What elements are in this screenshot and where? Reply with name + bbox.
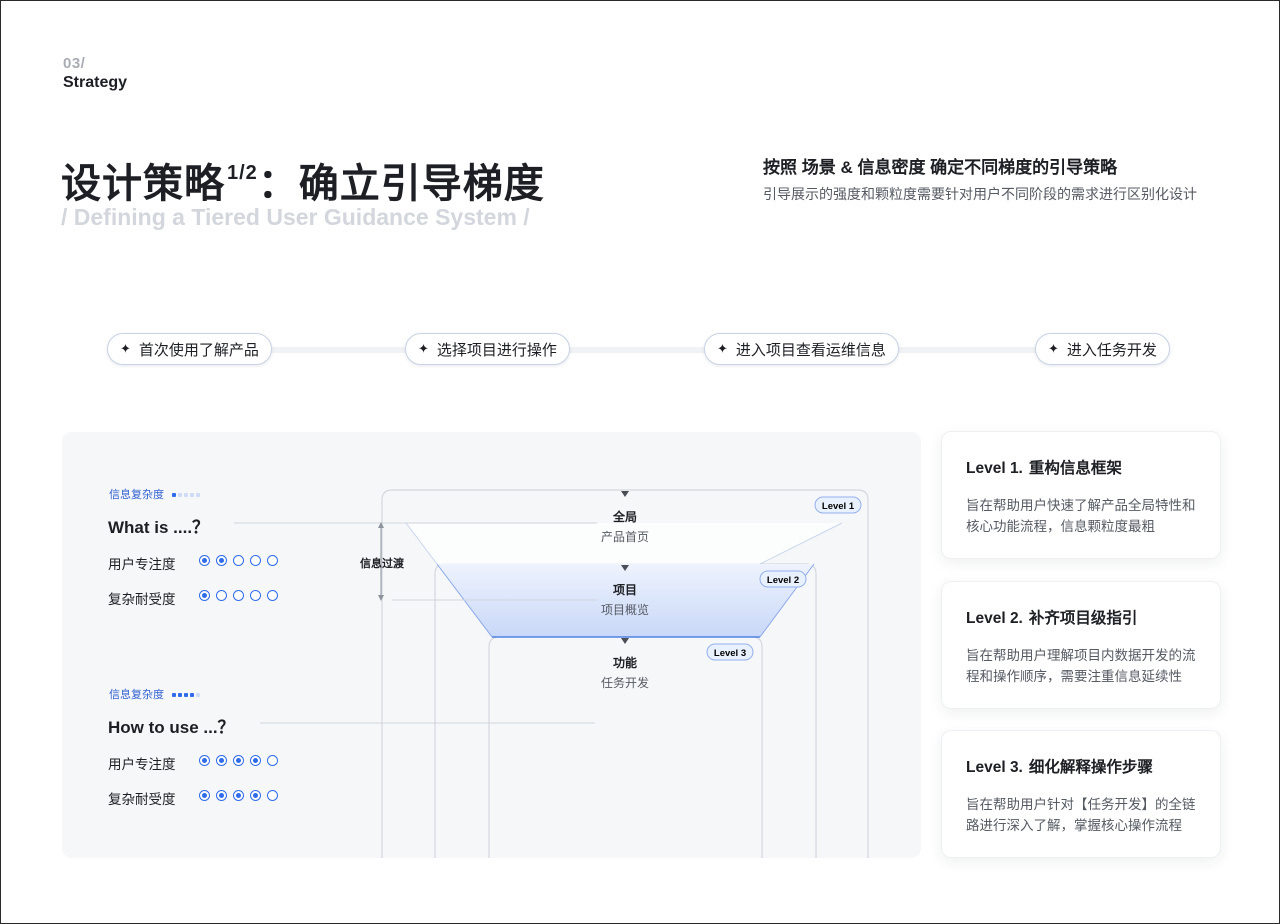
step-pill-1: ✦ 首次使用了解产品 [107, 333, 272, 365]
complexity-bar [172, 693, 200, 698]
strategy-title: 按照 场景 & 信息密度 确定不同梯度的引导策略 [763, 158, 1118, 177]
down-arrow-1 [621, 491, 629, 497]
rating-dots [199, 790, 278, 801]
step-pill-3: ✦ 进入项目查看运维信息 [704, 333, 899, 365]
complexity-segment [172, 693, 176, 698]
rating-dot-filled [199, 590, 210, 601]
step-pill-4: ✦ 进入任务开发 [1035, 333, 1170, 365]
section-number: 03/ [63, 55, 86, 72]
step-label: 进入任务开发 [1066, 341, 1157, 359]
card-description: 旨在帮助用户理解项目内数据开发的流程和操作顺序，需要注重信息延续性 [966, 648, 1196, 684]
complexity-segment [190, 493, 194, 498]
step-pill-2: ✦ 选择项目进行操作 [405, 333, 570, 365]
complexity-segment [178, 493, 182, 498]
metric-label: 用户专注度 [108, 557, 176, 572]
step-label: 选择项目进行操作 [436, 341, 557, 359]
sparkle-icon: ✦ [120, 341, 131, 356]
card-level: Level 1. [966, 460, 1023, 477]
rating-dot-filled [216, 790, 227, 801]
page-title: 设计策略 1/2：确立引导梯度 [61, 151, 545, 209]
complexity-label: 信息复杂度 [109, 689, 164, 701]
rating-dot-filled [250, 790, 261, 801]
question-what-is: What is ....？ [108, 518, 210, 537]
rating-dots [199, 590, 278, 601]
sparkle-icon: ✦ [418, 341, 429, 356]
level-card-1: Level 1. 重构信息框架 旨在帮助用户快速了解产品全局特性和核心功能流程，信… [941, 431, 1221, 559]
step-label: 首次使用了解产品 [138, 341, 259, 359]
card-heading: 细化解释操作步骤 [1028, 759, 1153, 776]
card-title: Level 2. 补齐项目级指引 [966, 606, 1196, 628]
rating-dot-empty [267, 755, 278, 766]
metric-label: 复杂耐受度 [108, 792, 176, 807]
level-3-subtitle: 任务开发 [601, 675, 649, 690]
complexity-label: 信息复杂度 [109, 489, 164, 501]
card-title: Level 3. 细化解释操作步骤 [966, 755, 1196, 777]
card-level: Level 2. [966, 610, 1023, 627]
rating-dot-empty [267, 590, 278, 601]
sparkle-icon: ✦ [717, 341, 728, 356]
rating-dots [199, 555, 278, 566]
level-2-subtitle: 项目概览 [601, 602, 649, 617]
level-card-3: Level 3. 细化解释操作步骤 旨在帮助用户针对【任务开发】的全链路进行深入了… [941, 730, 1221, 858]
level-1-badge-label: Level 1 [822, 501, 855, 512]
section-name: Strategy [63, 74, 128, 91]
rating-dot-filled [233, 790, 244, 801]
rating-dot-empty [267, 790, 278, 801]
rating-dot-filled [216, 755, 227, 766]
level-3-title: 功能 [613, 655, 637, 670]
rating-dot-empty [250, 555, 261, 566]
level-3-badge-label: Level 3 [714, 648, 746, 659]
complexity-indicator-2: 信息复杂度 [109, 686, 200, 702]
level-1-subtitle: 产品首页 [601, 530, 649, 544]
steps-track [121, 347, 1161, 353]
metric-label: 用户专注度 [108, 757, 176, 772]
card-level: Level 3. [966, 759, 1023, 776]
page-title-main: 设计策略 [61, 162, 225, 206]
rating-dot-filled [199, 555, 210, 566]
down-arrow-3 [621, 638, 629, 644]
complexity-segment [196, 693, 200, 698]
sparkle-icon: ✦ [1048, 341, 1059, 356]
level-2-badge-label: Level 2 [767, 575, 799, 586]
level-card-2: Level 2. 补齐项目级指引 旨在帮助用户理解项目内数据开发的流程和操作顺序，… [941, 581, 1221, 709]
level-2-title: 项目 [613, 583, 637, 597]
question-how-to-use: How to use ...？ [108, 718, 235, 737]
complexity-segment [190, 693, 194, 698]
page-subtitle: / Defining a Tiered User Guidance System… [61, 204, 530, 230]
rating-dot-filled [233, 755, 244, 766]
page-title-rest: ：确立引导梯度 [257, 162, 545, 206]
card-heading: 重构信息框架 [1028, 460, 1122, 477]
metric-label: 复杂耐受度 [108, 592, 176, 607]
rating-dot-empty [267, 555, 278, 566]
rating-dot-filled [199, 755, 210, 766]
level-1-title: 全局 [612, 509, 637, 524]
card-title: Level 1. 重构信息框架 [966, 456, 1196, 478]
transition-label: 信息过渡 [360, 558, 404, 570]
card-description: 旨在帮助用户针对【任务开发】的全链路进行深入了解，掌握核心操作流程 [966, 797, 1196, 833]
complexity-segment [178, 693, 182, 698]
complexity-indicator-1: 信息复杂度 [109, 486, 200, 502]
rating-dot-empty [250, 590, 261, 601]
rating-dot-empty [233, 590, 244, 601]
complexity-segment [184, 493, 188, 498]
complexity-segment [196, 493, 200, 498]
rating-dot-filled [199, 790, 210, 801]
guidance-panel: 全局 产品首页 项目 项目概览 功能 任务开发 Level 1 Level 2 … [62, 432, 921, 858]
rating-dot-empty [216, 590, 227, 601]
rating-dot-filled [216, 555, 227, 566]
card-description: 旨在帮助用户快速了解产品全局特性和核心功能流程，信息颗粒度最粗 [966, 498, 1196, 534]
card-heading: 补齐项目级指引 [1028, 610, 1138, 627]
rating-dot-filled [250, 755, 261, 766]
step-label: 进入项目查看运维信息 [735, 341, 886, 359]
complexity-segment [172, 493, 176, 498]
strategy-description: 引导展示的强度和颗粒度需要针对用户不同阶段的需求进行区别化设计 [763, 186, 1197, 202]
complexity-bar [172, 493, 200, 498]
rating-dot-empty [233, 555, 244, 566]
level-3-frame [488, 636, 763, 858]
page-title-sup: 1/2 [227, 162, 258, 184]
complexity-segment [184, 693, 188, 698]
rating-dots [199, 755, 278, 766]
